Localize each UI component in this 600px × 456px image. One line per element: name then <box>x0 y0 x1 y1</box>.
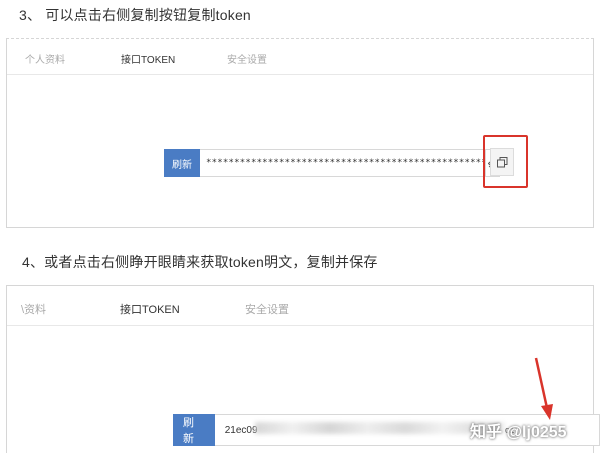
tab-profile[interactable]: 个人资料 <box>25 51 65 66</box>
tab-security[interactable]: 安全设置 <box>245 301 289 317</box>
copy-icon <box>496 156 507 167</box>
settings-tabs-2: \资料 接口TOKEN 安全设置 <box>7 286 593 326</box>
watermark: 知乎 @lj0255 <box>470 424 567 441</box>
step4-heading: 4、或者点击右侧睁开眼睛来获取token明文，复制并保存 <box>22 254 378 270</box>
refresh-button[interactable]: 刷新 <box>164 149 200 177</box>
tab-profile[interactable]: \资料 <box>21 301 46 317</box>
token-prefix: 21ec09 <box>224 424 258 436</box>
token-field[interactable]: ****************************************… <box>200 149 486 177</box>
token-settings-panel: 个人资料 接口TOKEN 安全设置 <box>6 38 594 228</box>
tab-api-token[interactable]: 接口TOKEN <box>121 51 175 66</box>
copy-button[interactable] <box>490 148 514 176</box>
step3-heading: 3、 可以点击右侧复制按钮复制token <box>19 7 251 23</box>
tab-security[interactable]: 安全设置 <box>227 51 267 66</box>
blurred-token <box>255 422 505 434</box>
settings-tabs: 个人资料 接口TOKEN 安全设置 <box>7 39 593 75</box>
refresh-button[interactable]: 刷新 <box>173 414 215 446</box>
tab-api-token[interactable]: 接口TOKEN <box>120 301 180 317</box>
token-field-group: 刷新 *************************************… <box>164 149 500 177</box>
red-arrow-icon <box>534 357 553 420</box>
